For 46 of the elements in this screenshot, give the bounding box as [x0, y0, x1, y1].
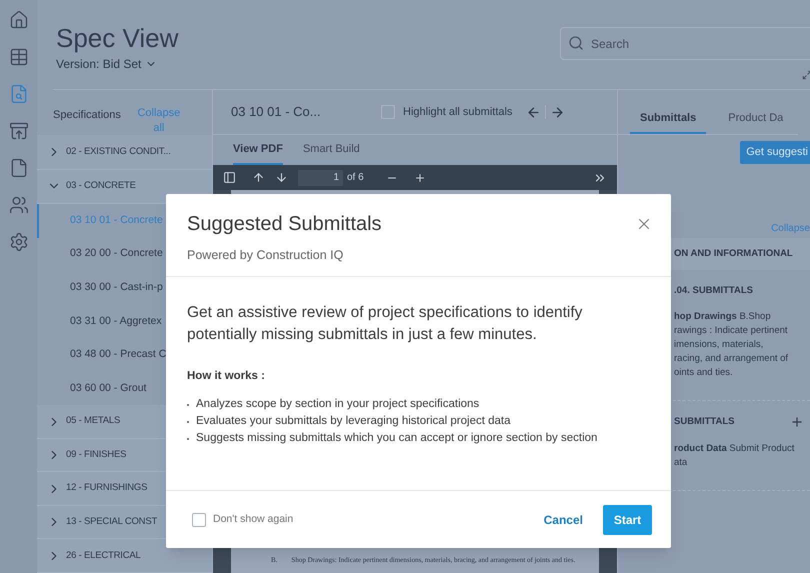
zoom-in-icon[interactable]	[414, 172, 426, 184]
modal-subtitle: Powered by Construction IQ	[187, 247, 344, 264]
search-field[interactable]: Search	[560, 27, 810, 60]
file-icon[interactable]	[8, 158, 28, 178]
tree-group-row[interactable]: 26 - ELECTRICAL	[37, 539, 212, 573]
card-title: SUBMITTALS	[674, 415, 735, 430]
card-text-line: rawings : Indicate pertinent	[674, 324, 789, 338]
card-text-line: roduct Data Submit Product	[674, 442, 796, 456]
document-tab[interactable]: Smart Build	[302, 140, 360, 165]
card-text-line: racing, and arrangement of	[674, 352, 790, 366]
page-count: of 6	[347, 171, 364, 185]
highlight-label: Highlight all submittals	[403, 104, 512, 120]
document-title: 03 10 01 - Co...	[231, 103, 322, 122]
arrow-up-icon[interactable]	[252, 171, 265, 184]
panel-tab[interactable]: Product Da	[718, 110, 794, 134]
sidebar-icon[interactable]	[223, 171, 236, 184]
how-it-works-heading: How it works :	[187, 369, 266, 384]
specifications-label: Specifications	[53, 108, 121, 123]
intro-text: Get an assistive review of project specifications to identify potentially missing submittals in just a few minutes.	[187, 303, 584, 345]
panel-tab[interactable]: Submittals	[630, 110, 706, 134]
upload-box-icon[interactable]	[8, 121, 28, 141]
page-number-field[interactable]: 1	[298, 170, 343, 186]
highlight-checkbox[interactable]	[381, 105, 395, 119]
card-title: .04. SUBMITTALS	[674, 284, 753, 298]
arrow-right-icon[interactable]	[550, 104, 566, 120]
dont-show-checkbox[interactable]	[192, 512, 206, 526]
settings-icon[interactable]	[8, 232, 28, 252]
card-text-line: oints and ties.	[674, 366, 734, 380]
add-icon[interactable]	[790, 415, 804, 430]
version-dropdown[interactable]: Version: Bid Set	[56, 55, 178, 73]
expand-icon[interactable]	[802, 70, 810, 80]
start-button[interactable]: Start	[603, 504, 652, 534]
search-icon	[568, 35, 584, 51]
tree-group-row[interactable]: 02 - EXISTING CONDIT...	[37, 135, 212, 170]
cancel-button[interactable]: Cancel	[536, 504, 591, 534]
dont-show-label: Don't show again	[213, 512, 294, 527]
card-text-line: imensions, materials,	[674, 338, 764, 352]
card-text-line: ata	[674, 456, 688, 470]
arrow-down-icon[interactable]	[275, 171, 288, 184]
table-icon[interactable]	[8, 47, 28, 67]
home-icon[interactable]	[8, 10, 28, 30]
users-icon[interactable]	[8, 195, 28, 215]
card-text-line: hop Drawings B.Shop	[674, 310, 772, 324]
page-title: Spec View	[56, 22, 178, 54]
get-suggestions-button[interactable]: Get suggesti	[740, 141, 810, 164]
tree-group-row[interactable]: 03 - CONCRETE	[37, 170, 212, 204]
